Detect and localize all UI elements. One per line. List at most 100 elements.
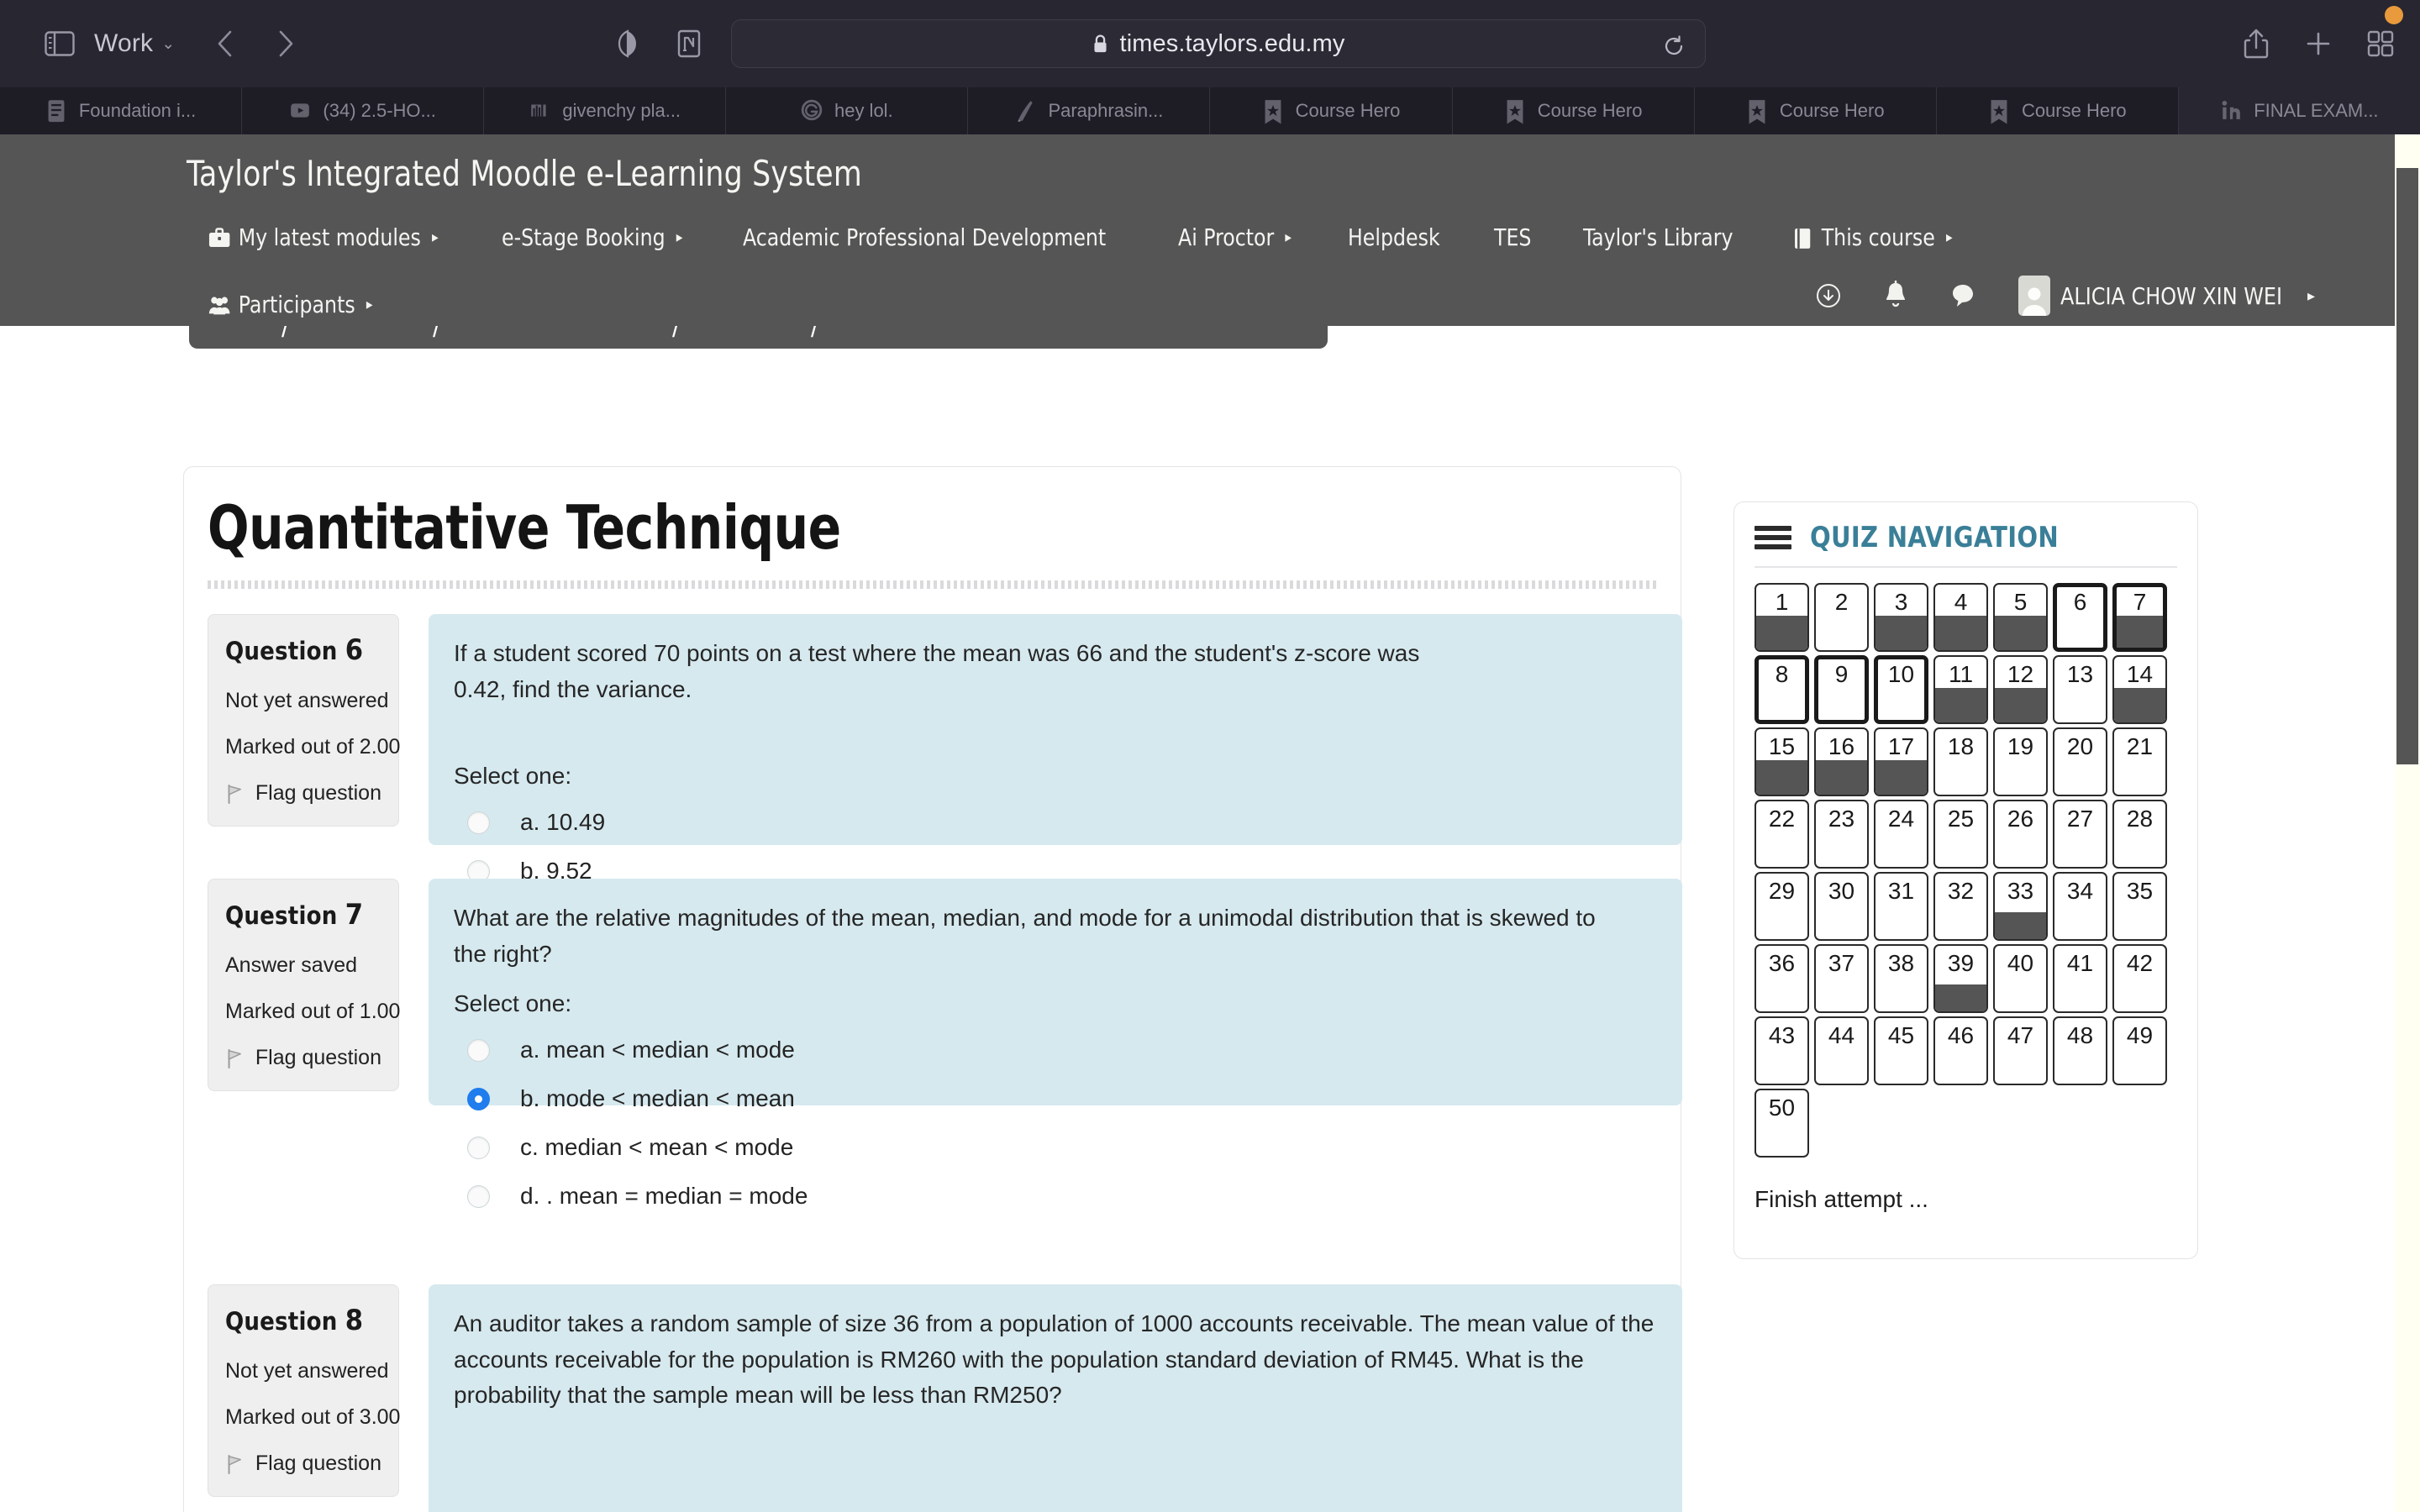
answer-option[interactable]: c. median < mean < mode <box>454 1123 1657 1172</box>
quiz-nav-question-6[interactable]: 6 <box>2053 582 2107 652</box>
browser-tab[interactable]: Course Hero <box>1936 87 2179 134</box>
radio-button[interactable] <box>467 1184 490 1208</box>
quiz-nav-question-35[interactable]: 35 <box>2112 871 2167 941</box>
quiz-nav-question-2[interactable]: 2 <box>1814 582 1869 652</box>
reader-view-icon[interactable] <box>611 25 644 62</box>
finish-attempt-link[interactable]: Finish attempt ... <box>1754 1186 2177 1213</box>
quiz-nav-question-24[interactable]: 24 <box>1874 799 1928 869</box>
answer-option[interactable]: b. mode < median < mean <box>454 1074 1657 1123</box>
browser-tab[interactable]: givenchy pla... <box>484 87 727 134</box>
quiz-nav-question-17[interactable]: 17 <box>1874 727 1928 796</box>
answer-option[interactable]: a. 10.49 <box>454 798 1657 847</box>
quiz-nav-question-41[interactable]: 41 <box>2053 943 2107 1013</box>
quiz-nav-question-11[interactable]: 11 <box>1933 654 1988 724</box>
quiz-nav-question-43[interactable]: 43 <box>1754 1016 1809 1085</box>
quiz-nav-question-10[interactable]: 10 <box>1874 654 1928 724</box>
quiz-nav-question-9[interactable]: 9 <box>1814 654 1869 724</box>
page-scrollbar-thumb[interactable] <box>2396 168 2418 764</box>
quiz-nav-question-19[interactable]: 19 <box>1993 727 2048 796</box>
quiz-nav-question-8[interactable]: 8 <box>1754 654 1809 724</box>
quiz-nav-question-36[interactable]: 36 <box>1754 943 1809 1013</box>
browser-tab[interactable]: Paraphrasin... <box>968 87 1211 134</box>
nav-item-ai-proctor[interactable]: Ai Proctor ▸ <box>1178 223 1292 251</box>
user-menu[interactable]: ALICIA CHOW XIN WEI ▸ <box>2018 276 2315 316</box>
quiz-nav-question-47[interactable]: 47 <box>1993 1016 2048 1085</box>
quiz-nav-question-50[interactable]: 50 <box>1754 1088 1809 1158</box>
quiz-nav-question-34[interactable]: 34 <box>2053 871 2107 941</box>
radio-button[interactable] <box>467 1087 490 1110</box>
quiz-nav-question-3[interactable]: 3 <box>1874 582 1928 652</box>
radio-button[interactable] <box>467 811 490 834</box>
browser-tab[interactable]: (34) 2.5-HO... <box>242 87 485 134</box>
flag-question-button[interactable]: Flag question <box>225 781 381 806</box>
nav-item-academic-professional-development[interactable]: Academic Professional Development <box>743 223 1106 251</box>
quiz-nav-question-31[interactable]: 31 <box>1874 871 1928 941</box>
bell-icon[interactable] <box>1882 281 1909 311</box>
browser-tab[interactable]: hey lol. <box>726 87 969 134</box>
flag-question-button[interactable]: Flag question <box>225 1452 381 1476</box>
address-bar[interactable]: times.taylors.edu.my <box>731 19 1706 68</box>
back-button[interactable] <box>207 25 244 62</box>
quiz-nav-question-42[interactable]: 42 <box>2112 943 2167 1013</box>
quiz-nav-question-4[interactable]: 4 <box>1933 582 1988 652</box>
quiz-nav-question-29[interactable]: 29 <box>1754 871 1809 941</box>
nav-item-e-stage-booking[interactable]: e-Stage Booking ▸ <box>502 223 682 251</box>
hamburger-icon[interactable] <box>1754 525 1791 550</box>
nav-item-participants[interactable]: Participants ▸ <box>208 291 373 318</box>
quiz-nav-question-44[interactable]: 44 <box>1814 1016 1869 1085</box>
answer-option[interactable]: a. mean < median < mode <box>454 1026 1657 1074</box>
nav-item-my-latest-modules[interactable]: My latest modules ▸ <box>208 223 439 251</box>
quiz-nav-question-26[interactable]: 26 <box>1993 799 2048 869</box>
quiz-nav-question-21[interactable]: 21 <box>2112 727 2167 796</box>
nav-item-tes[interactable]: TES <box>1494 223 1531 251</box>
quiz-nav-question-15[interactable]: 15 <box>1754 727 1809 796</box>
quiz-nav-question-30[interactable]: 30 <box>1814 871 1869 941</box>
share-icon[interactable] <box>2238 25 2274 62</box>
radio-button[interactable] <box>467 1038 490 1062</box>
quiz-nav-question-7[interactable]: 7 <box>2112 582 2167 652</box>
quiz-nav-question-23[interactable]: 23 <box>1814 799 1869 869</box>
quiz-nav-question-25[interactable]: 25 <box>1933 799 1988 869</box>
page-scrollbar-track[interactable] <box>2395 134 2420 1512</box>
quiz-nav-question-32[interactable]: 32 <box>1933 871 1988 941</box>
forward-button[interactable] <box>267 25 304 62</box>
browser-tab[interactable]: FINAL EXAM... <box>2178 87 2420 134</box>
quiz-nav-question-13[interactable]: 13 <box>2053 654 2107 724</box>
nav-item-helpdesk[interactable]: Helpdesk <box>1348 223 1440 251</box>
new-tab-button[interactable] <box>2301 25 2336 62</box>
quiz-nav-question-49[interactable]: 49 <box>2112 1016 2167 1085</box>
quiz-nav-question-14[interactable]: 14 <box>2112 654 2167 724</box>
download-circle-icon[interactable] <box>1815 282 1842 309</box>
tab-grid-icon[interactable] <box>2363 25 2398 62</box>
quiz-nav-question-33[interactable]: 33 <box>1993 871 2048 941</box>
quiz-nav-question-16[interactable]: 16 <box>1814 727 1869 796</box>
browser-tab[interactable]: Course Hero <box>1210 87 1453 134</box>
chevron-down-icon[interactable]: ⌄ <box>161 34 175 54</box>
quiz-nav-question-45[interactable]: 45 <box>1874 1016 1928 1085</box>
quiz-nav-question-12[interactable]: 12 <box>1993 654 2048 724</box>
browser-tab[interactable]: Course Hero <box>1694 87 1937 134</box>
answer-option[interactable]: d. . mean = median = mode <box>454 1172 1657 1221</box>
notion-extension-icon[interactable] <box>672 25 706 62</box>
quiz-nav-question-46[interactable]: 46 <box>1933 1016 1988 1085</box>
flag-question-button[interactable]: Flag question <box>225 1046 381 1070</box>
quiz-nav-question-37[interactable]: 37 <box>1814 943 1869 1013</box>
quiz-nav-question-39[interactable]: 39 <box>1933 943 1988 1013</box>
quiz-nav-question-27[interactable]: 27 <box>2053 799 2107 869</box>
nav-item-this-course[interactable]: This course ▸ <box>1791 223 1952 251</box>
quiz-nav-question-48[interactable]: 48 <box>2053 1016 2107 1085</box>
quiz-nav-question-22[interactable]: 22 <box>1754 799 1809 869</box>
sidebar-toggle-icon[interactable] <box>40 25 79 62</box>
quiz-nav-question-40[interactable]: 40 <box>1993 943 2048 1013</box>
reload-icon[interactable] <box>1661 34 1686 59</box>
quiz-nav-question-5[interactable]: 5 <box>1993 582 2048 652</box>
message-bubble-icon[interactable] <box>1949 281 1976 310</box>
profile-label[interactable]: Work <box>94 29 153 58</box>
quiz-nav-question-20[interactable]: 20 <box>2053 727 2107 796</box>
browser-tab[interactable]: Foundation i... <box>0 87 243 134</box>
nav-item-taylor-s-library[interactable]: Taylor's Library <box>1583 223 1733 251</box>
quiz-nav-question-38[interactable]: 38 <box>1874 943 1928 1013</box>
quiz-nav-question-1[interactable]: 1 <box>1754 582 1809 652</box>
quiz-nav-question-28[interactable]: 28 <box>2112 799 2167 869</box>
quiz-nav-question-18[interactable]: 18 <box>1933 727 1988 796</box>
